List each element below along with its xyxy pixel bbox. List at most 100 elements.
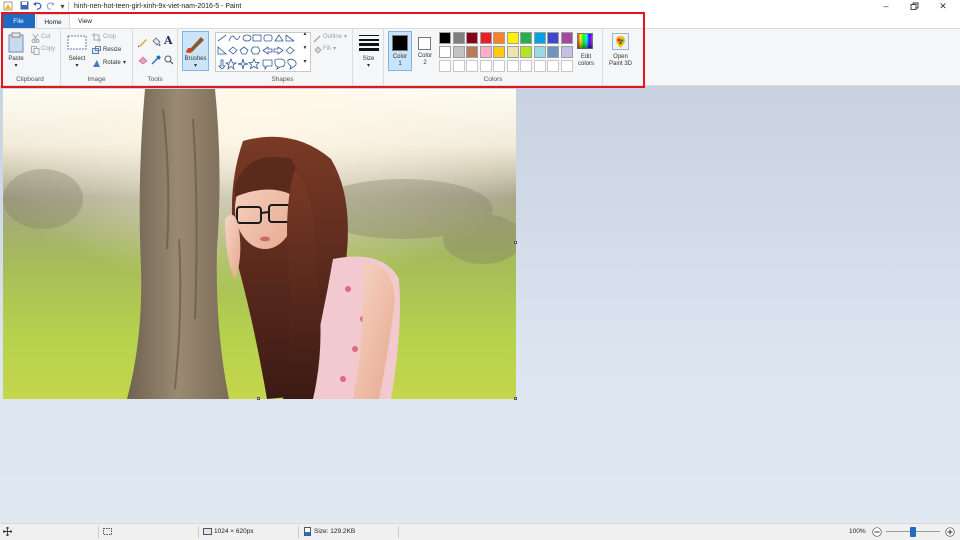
outline-dropdown-icon[interactable]: ▾	[344, 34, 347, 41]
fill-dropdown-icon[interactable]: ▾	[333, 46, 336, 53]
palette-swatch[interactable]	[547, 32, 559, 44]
crop-icon	[92, 33, 101, 42]
shapes-expand-icon[interactable]: ▾	[301, 59, 309, 66]
palette-swatch[interactable]	[520, 32, 532, 44]
paint3d-label-line2[interactable]: Paint 3D	[603, 61, 638, 68]
eraser-icon[interactable]	[138, 55, 148, 65]
palette-swatch[interactable]	[439, 46, 451, 58]
cut-button[interactable]: Cut	[41, 34, 50, 41]
palette-swatch[interactable]	[493, 46, 505, 58]
crop-button[interactable]: Crop	[103, 34, 116, 41]
rotate-button[interactable]: Rotate	[103, 60, 121, 67]
redo-icon[interactable]	[45, 1, 56, 12]
fill-button[interactable]: Fill	[323, 46, 331, 53]
palette-swatch[interactable]	[560, 32, 573, 44]
edit-colors-button[interactable]	[577, 33, 593, 49]
select-button[interactable]	[67, 35, 87, 50]
tab-file[interactable]: File	[2, 14, 35, 29]
fill-bucket-icon[interactable]	[151, 37, 161, 47]
zoom-slider[interactable]	[886, 524, 940, 540]
color-spectrum-icon	[577, 33, 593, 49]
color2-label: Color	[417, 53, 433, 59]
zoom-in-button[interactable]	[945, 524, 955, 540]
tab-view[interactable]: View	[70, 14, 100, 29]
copy-icon	[31, 46, 40, 55]
save-icon[interactable]	[19, 1, 30, 12]
close-button[interactable]: ✕	[929, 0, 957, 13]
palette-custom-swatch[interactable]	[479, 60, 492, 72]
zoom-level: 100%	[849, 528, 866, 535]
brushes-dropdown-icon[interactable]: ▾	[182, 63, 209, 70]
palette-custom-swatch[interactable]	[547, 60, 559, 72]
palette-swatch[interactable]	[506, 32, 519, 44]
palette-custom-swatch[interactable]	[493, 60, 505, 72]
palette-swatch[interactable]	[520, 46, 532, 58]
palette-custom-swatch[interactable]	[560, 60, 573, 72]
shapes-scroll-down-icon[interactable]: ▼	[301, 45, 309, 52]
edit-colors-label-line1[interactable]: Edit	[573, 54, 599, 61]
color2-button[interactable]: Color 2	[414, 31, 436, 71]
rotate-dropdown-icon[interactable]: ▾	[123, 60, 126, 67]
zoom-in-icon	[945, 527, 955, 537]
palette-swatch[interactable]	[439, 32, 451, 44]
color1-button[interactable]: Color 1	[388, 31, 412, 71]
palette-swatch[interactable]	[466, 32, 478, 44]
palette-swatch[interactable]	[479, 46, 492, 58]
pencil-icon[interactable]	[137, 37, 148, 48]
photo-girl-by-tree	[3, 89, 516, 399]
palette-swatch[interactable]	[533, 32, 546, 44]
image-dimensions-icon	[203, 524, 212, 540]
palette-swatch[interactable]	[533, 46, 546, 58]
zoom-slider-thumb[interactable]	[910, 527, 916, 537]
cursor-position-icon	[2, 524, 13, 540]
copy-button[interactable]: Copy	[41, 46, 55, 53]
palette-custom-swatch[interactable]	[466, 60, 478, 72]
select-label[interactable]: Select	[63, 56, 91, 63]
canvas-resize-handle-corner[interactable]	[514, 397, 517, 400]
outline-button[interactable]: Outline	[323, 34, 342, 41]
palette-swatch[interactable]	[479, 32, 492, 44]
size-icon[interactable]	[358, 33, 380, 51]
canvas-image[interactable]	[3, 89, 516, 399]
paste-dropdown-icon[interactable]: ▾	[2, 63, 30, 70]
zoom-out-button[interactable]	[872, 524, 882, 540]
palette-custom-swatch[interactable]	[533, 60, 546, 72]
text-tool-icon[interactable]: A	[164, 35, 176, 47]
palette-swatch[interactable]	[466, 46, 478, 58]
paste-icon	[8, 32, 24, 53]
resize-button[interactable]: Resize	[103, 47, 121, 54]
canvas-resize-handle-right[interactable]	[514, 241, 517, 244]
tab-home[interactable]: Home	[36, 14, 70, 29]
file-size: Size: 129.2KB	[314, 528, 356, 535]
palette-custom-swatch[interactable]	[520, 60, 532, 72]
paste-button[interactable]	[7, 32, 25, 54]
select-dropdown-icon[interactable]: ▾	[63, 63, 91, 70]
cut-icon	[31, 33, 40, 43]
palette-swatch[interactable]	[452, 32, 465, 44]
size-dropdown-icon[interactable]: ▾	[353, 63, 384, 70]
size-button[interactable]: Size	[353, 56, 384, 63]
minimize-button[interactable]: –	[872, 0, 900, 13]
color-picker-icon[interactable]	[151, 55, 161, 65]
shapes-scroll-up-icon[interactable]: ▲	[301, 31, 309, 38]
brushes-label[interactable]: Brushes	[182, 56, 209, 63]
palette-custom-swatch[interactable]	[452, 60, 465, 72]
palette-swatch[interactable]	[493, 32, 505, 44]
paint3d-button[interactable]	[612, 33, 629, 50]
shapes-gallery[interactable]	[215, 32, 311, 72]
customize-dropdown-icon[interactable]: ▾	[57, 1, 68, 12]
paint3d-label-line1[interactable]: Open	[603, 54, 638, 61]
magnifier-icon[interactable]	[164, 55, 174, 65]
palette-swatch[interactable]	[506, 46, 519, 58]
undo-icon[interactable]	[32, 1, 43, 12]
ribbon: Paste ▾ Cut Copy Clipboard Select ▾ Crop…	[0, 28, 960, 86]
restore-button[interactable]	[900, 0, 928, 13]
palette-swatch[interactable]	[452, 46, 465, 58]
palette-swatch[interactable]	[547, 46, 559, 58]
canvas-resize-handle-bottom[interactable]	[257, 397, 260, 400]
edit-colors-label-line2[interactable]: colors	[573, 61, 599, 68]
palette-swatch[interactable]	[560, 46, 573, 58]
palette-custom-swatch[interactable]	[439, 60, 451, 72]
palette-custom-swatch[interactable]	[506, 60, 519, 72]
paste-label[interactable]: Paste	[2, 56, 30, 63]
